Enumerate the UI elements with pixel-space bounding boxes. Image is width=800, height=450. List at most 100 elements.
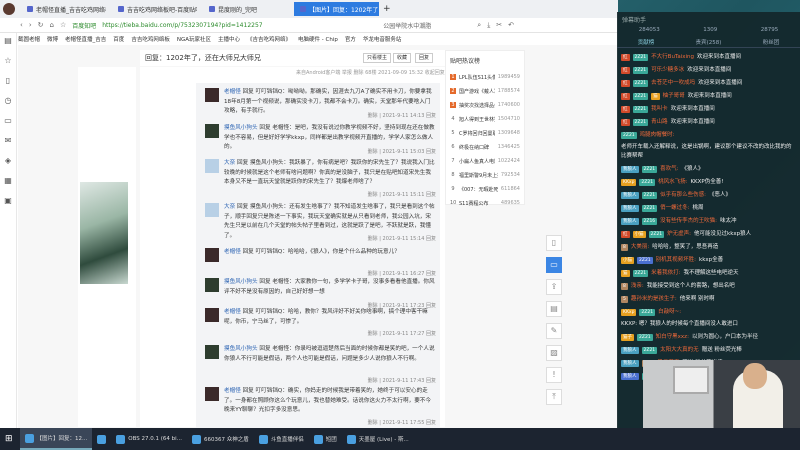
history-icon[interactable]: ◷ <box>5 96 12 105</box>
taskbar-item[interactable]: 斗鱼直播伴侣 <box>254 428 309 450</box>
hot-item[interactable]: 3抽奖次找选择品会1740600 <box>446 98 524 112</box>
hot-item[interactable]: 9 《007：无暇赴死》...611864 <box>446 182 524 196</box>
avatar[interactable] <box>205 387 219 401</box>
hot-item[interactable]: 10 S11赛程公布 489635 <box>446 196 524 210</box>
cut-icon[interactable]: ✂ <box>496 21 502 29</box>
reply-author[interactable]: 大奈 <box>224 204 235 210</box>
chat-nickname[interactable]: 不大行BuTaixing <box>651 53 694 62</box>
taskbar-item[interactable] <box>92 428 111 450</box>
search-icon[interactable]: ⌕ <box>477 21 481 30</box>
browser-tab[interactable]: 昆度刚的_完吧 <box>203 2 288 16</box>
bookmark-item[interactable]: 《吉吉吃鸡网络》 <box>247 35 291 43</box>
chat-nickname[interactable]: 可乐少糖多冰 <box>651 66 684 75</box>
taskbar-item[interactable]: 【图片】回复：12... <box>19 428 93 450</box>
hot-item[interactable]: 7 小扁人鱼真人电影定档1022424 <box>446 154 524 168</box>
hot-item[interactable]: 6 终极在纳口碑 1346425 <box>446 140 524 154</box>
avatar[interactable] <box>205 345 219 359</box>
sidebar-panel-icon[interactable]: ▤ <box>4 36 12 45</box>
user-avatar[interactable] <box>3 3 15 15</box>
image-icon[interactable]: ▨ <box>546 345 562 361</box>
avatar[interactable] <box>205 203 219 217</box>
avatar[interactable] <box>205 248 219 262</box>
chat-nickname[interactable]: 去苍茫中一吹成吗 <box>651 79 695 88</box>
favorites-icon[interactable]: ☆ <box>4 56 11 65</box>
mail-icon[interactable]: ✉ <box>5 136 12 145</box>
reply-author[interactable]: 大奈 <box>224 160 235 166</box>
start-button[interactable]: ⊞ <box>0 428 18 450</box>
browser-tab[interactable]: 吉吉吃鸡网络板吧-百度贴吧--热爱 <box>112 2 197 16</box>
reload-icon[interactable]: ↻ <box>38 21 44 29</box>
bookmark-item[interactable]: 老帽怪直播_吉吉 <box>65 35 106 43</box>
undo-icon[interactable]: ↶ <box>508 21 514 29</box>
tab-fans[interactable]: 粉丝团 <box>763 38 780 46</box>
chat-nickname[interactable]: 太阳大大真的无 <box>660 346 699 355</box>
reply-author[interactable]: 摸鱼风小狗头 <box>224 346 258 352</box>
tab-vip[interactable]: 贵宾(258) <box>696 38 722 46</box>
chat-nickname[interactable]: 没有些传李杰的王吹猫: <box>660 217 717 226</box>
tab-contribution[interactable]: 贡献榜 <box>638 38 655 46</box>
phone-icon[interactable]: ▯ <box>546 235 562 251</box>
taskbar-item[interactable]: 短团 <box>309 428 342 450</box>
forward-icon[interactable]: › <box>29 21 32 29</box>
favorite-button[interactable]: 收藏 <box>393 53 412 63</box>
reply-author[interactable]: 老帽怪 <box>224 89 241 95</box>
chat-nickname[interactable]: 柚子哥哥 <box>663 92 685 101</box>
reply-button[interactable]: 回复 <box>415 53 434 63</box>
chat-nickname[interactable]: 别机其视频坏胜: <box>656 256 696 265</box>
new-tab-button[interactable]: + <box>383 4 391 14</box>
chat-nickname[interactable]: 炉无虚声: <box>667 230 691 239</box>
home-icon[interactable]: ⌂ <box>50 21 54 29</box>
avatar[interactable] <box>205 308 219 322</box>
chat-nickname[interactable]: 浅亲: <box>631 282 644 291</box>
bookmark-item[interactable]: 华龙电音服务站 <box>363 35 402 43</box>
share-icon[interactable]: ⇪ <box>546 279 562 295</box>
chat-nickname[interactable]: 白敲呀~: <box>658 308 681 317</box>
only-louzhu-button[interactable]: 只看楼主 <box>363 53 392 63</box>
chat-nickname[interactable]: 桃风水飞扬: <box>658 178 687 187</box>
reply-author[interactable]: 老帽怪 <box>224 388 241 394</box>
chat-nickname[interactable]: 鸡腿肉帽餐时: <box>640 131 675 140</box>
report-icon[interactable]: ! <box>546 367 562 383</box>
hot-item[interactable]: 2国产游戏《戴人》要...1788574 <box>446 84 524 98</box>
chat-nickname[interactable]: 趣孙米的是孩生子: <box>631 295 677 304</box>
search-hint[interactable]: 公园举院水中潮脂 <box>383 21 431 30</box>
chat-nickname[interactable]: 俏一螺过冬: <box>660 204 689 213</box>
star-icon[interactable]: ☆ <box>60 21 66 29</box>
browser-tab[interactable]: 【图片】回复：1202年了，还在大 <box>294 2 379 16</box>
bookmark-item[interactable]: 电脑硬件 - Chip <box>298 35 338 43</box>
bookmark-item[interactable]: 吉吉吃鸡网络板 <box>131 35 170 43</box>
hot-item[interactable]: 1 LPL队伍S11头像 1989459 <box>446 70 524 84</box>
browser-tab[interactable]: 老帽怪直播_吉吉吃鸡网络板直播_头 <box>21 2 106 16</box>
bookmark-item[interactable]: NGA玩家社区 <box>177 35 211 43</box>
book-icon[interactable]: ▯ <box>6 76 10 85</box>
bag-icon[interactable]: ▣ <box>4 196 12 205</box>
top-icon[interactable]: ⤒ <box>546 389 562 405</box>
reply-author[interactable]: 老帽怪 <box>224 309 241 315</box>
note-icon[interactable]: ▦ <box>4 176 12 185</box>
taskbar-item[interactable]: 660367 众神之盾 <box>187 428 254 450</box>
card-icon[interactable]: ▤ <box>546 301 562 317</box>
url-input[interactable]: https://tieba.baidu.com/p/7532307194?pid… <box>102 22 262 29</box>
avatar[interactable] <box>205 278 219 292</box>
chat-nickname[interactable]: 喜欢气: <box>660 165 678 174</box>
bookmark-item[interactable]: 微博 <box>47 35 58 43</box>
hot-item[interactable]: 4 旭人得到王世林签约权1504710 <box>446 112 524 126</box>
taskbar-item[interactable]: 天墨屋 (Live) - 斯... <box>342 428 414 450</box>
avatar[interactable] <box>205 124 219 138</box>
taskbar-item[interactable]: OBS 27.0.1 (64 bi... <box>111 428 187 450</box>
avatar[interactable] <box>205 88 219 102</box>
bookmark-item[interactable]: 百度 <box>113 35 124 43</box>
bookmark-item[interactable]: 主播中心 <box>218 35 240 43</box>
reply-author[interactable]: 摸鱼风小狗头 <box>224 279 258 285</box>
back-icon[interactable]: ‹ <box>20 21 23 29</box>
chat-nickname[interactable]: 青山路 <box>651 118 668 127</box>
window-icon[interactable]: ▭ <box>4 116 12 125</box>
bookmark-item[interactable]: 截圆老帽 <box>18 35 40 43</box>
reply-author[interactable]: 摸鱼风小狗头 <box>224 125 258 131</box>
edit-icon[interactable]: ✎ <box>546 323 562 339</box>
chat-nickname[interactable]: 米着我依打: <box>651 269 680 278</box>
hot-item[interactable]: 5 C罗将回归回曼联 1309648 <box>446 126 524 140</box>
avatar[interactable] <box>205 159 219 173</box>
hot-item[interactable]: 8 福里斯警9月未上播 792534 <box>446 168 524 182</box>
chat-nickname[interactable]: 似乎有那么些伤感: <box>660 191 706 200</box>
